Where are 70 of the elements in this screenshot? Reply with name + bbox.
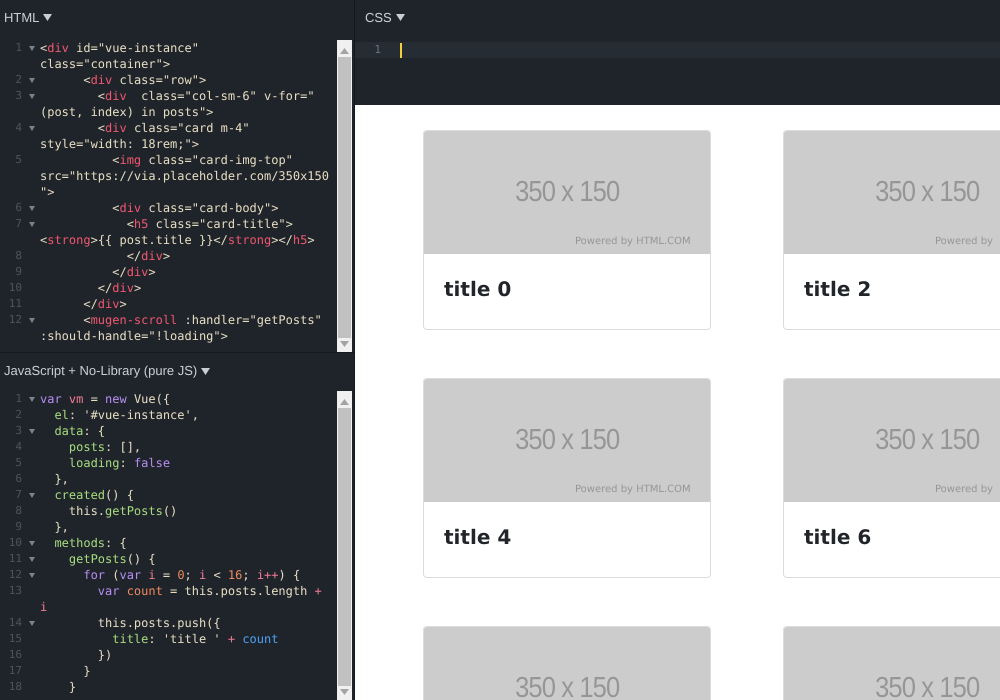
fold-arrow-icon[interactable] (29, 222, 35, 226)
code-line: style="width: 18rem;"> (40, 136, 199, 153)
code-line: title: 'title ' + count (111, 631, 278, 648)
caret-icon[interactable] (201, 368, 210, 374)
code-line: }) (96, 647, 112, 664)
code-line: for (var i = 0; i < 16; i++) { (82, 567, 300, 584)
code-line: i (40, 599, 48, 616)
fold-arrow-icon[interactable] (29, 572, 35, 578)
code-line: this.posts.push({ (96, 615, 221, 632)
line-number: 1 (373, 42, 381, 58)
code-line: posts: [], (68, 439, 142, 456)
code-line: <div id="vue-instance" (40, 40, 199, 57)
card-title: title 2 (804, 277, 872, 301)
fold-arrow-icon[interactable] (29, 540, 35, 546)
code-line: src="https://via.placeholder.com/350x150 (40, 168, 329, 185)
caret-icon[interactable] (43, 14, 52, 21)
code-line: } (68, 679, 76, 696)
code-line: }, (53, 519, 69, 536)
code-line: <div class="row"> (82, 72, 206, 89)
fold-arrow-icon[interactable] (29, 318, 35, 322)
code-line: <mugen-scroll :handler="getPosts" (82, 312, 322, 329)
text-cursor (400, 42, 402, 58)
code-line: <div class="col-sm-6" v-for=" (96, 88, 315, 105)
code-line: </div> (111, 264, 156, 281)
code-line: <div class="card m-4" (96, 120, 250, 137)
panel-title[interactable]: JavaScript + No-Library (pure JS) (4, 361, 198, 381)
code-line: <img class="card-img-top" (111, 152, 293, 169)
fold-arrow-icon[interactable] (29, 46, 35, 50)
fold-arrow-icon[interactable] (29, 78, 35, 82)
scroll-down-arrow-icon[interactable] (340, 689, 349, 695)
code-line: <div class="card-body"> (111, 200, 278, 217)
panel-title[interactable]: HTML (4, 8, 40, 28)
caret-icon[interactable] (396, 14, 405, 21)
code-line: class="container"> (40, 56, 170, 73)
fold-arrow-icon[interactable] (29, 206, 35, 210)
scroll-down-arrow-icon[interactable] (340, 341, 349, 347)
code-line: var vm = new Vue({ (40, 391, 170, 408)
card-title: title 0 (444, 277, 512, 301)
scroll-up-arrow-icon[interactable] (340, 48, 349, 54)
scrollbar[interactable] (337, 391, 352, 700)
card-title: title 6 (804, 525, 872, 549)
code-line: el: '#vue-instance', (53, 407, 199, 424)
fold-arrow-icon[interactable] (29, 396, 35, 402)
code-line: (post, index) in posts"> (40, 104, 214, 121)
panel-title[interactable]: CSS (365, 8, 392, 28)
code-line: }, (53, 471, 69, 488)
code-line: created() { (53, 487, 134, 504)
code-line: data: { (53, 423, 106, 440)
code-line: getPosts() { (68, 551, 156, 568)
fold-arrow-icon[interactable] (29, 94, 35, 98)
code-line: <h5 class="card-title"> (126, 216, 293, 233)
code-line: </div> (96, 280, 142, 297)
card-title: title 4 (444, 525, 512, 549)
code-line: methods: { (53, 535, 127, 552)
scroll-up-arrow-icon[interactable] (340, 399, 349, 405)
code-line: var count = this.posts.length + (96, 583, 322, 600)
scrollbar[interactable] (337, 40, 352, 352)
fold-arrow-icon[interactable] (29, 492, 35, 498)
fold-arrow-icon[interactable] (29, 126, 35, 130)
code-line: :should-handle="!loading"> (40, 328, 228, 345)
code-line: "> (40, 184, 54, 201)
code-line: this.getPosts() (68, 503, 178, 520)
code-line: loading: false (68, 455, 170, 472)
code-line: <strong>{{ post.title }}</strong></h5> (40, 232, 315, 249)
code-line: </div> (126, 248, 170, 265)
code-line: } (82, 663, 91, 680)
fold-arrow-icon[interactable] (29, 428, 35, 434)
fold-arrow-icon[interactable] (29, 620, 35, 626)
code-line: </div> (82, 296, 127, 313)
fold-arrow-icon[interactable] (29, 556, 35, 562)
